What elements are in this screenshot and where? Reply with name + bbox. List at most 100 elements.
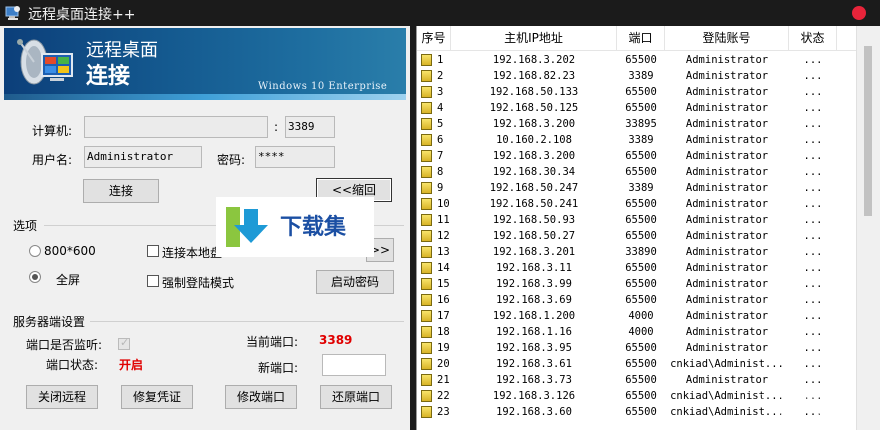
connect-button[interactable]: 连接 bbox=[83, 179, 159, 203]
col-ip-header[interactable]: 主机IP地址 bbox=[451, 26, 617, 51]
table-row[interactable]: 16 192.168.3.69 65500 Administrator... bbox=[417, 292, 857, 308]
table-row[interactable]: 3 192.168.50.133 65500 Administrator... bbox=[417, 84, 857, 100]
table-cell: 10.160.2.108 bbox=[496, 134, 572, 146]
current-port-label: 当前端口: bbox=[246, 335, 299, 349]
table-cell: 4000 bbox=[628, 326, 654, 338]
table-cell: ... bbox=[803, 118, 823, 130]
os-version-label: Windows 10 Enterprise bbox=[258, 81, 388, 92]
table-cell: 65500 bbox=[625, 86, 657, 98]
close-remote-button[interactable]: 关闭远程 bbox=[26, 385, 98, 409]
table-row[interactable]: 17 192.168.1.200 4000 Administrator... bbox=[417, 308, 857, 324]
table-row[interactable]: 7 192.168.3.200 65500 Administrator... bbox=[417, 148, 857, 164]
computer-label: 计算机: bbox=[32, 124, 73, 138]
table-cell: Administrator bbox=[685, 262, 769, 274]
listen-checkbox[interactable] bbox=[118, 336, 130, 350]
table-row[interactable]: 11 192.168.50.93 65500 Administrator... bbox=[417, 212, 857, 228]
computer-icon bbox=[421, 262, 432, 274]
password-input[interactable]: **** bbox=[255, 146, 335, 168]
window-title: 远程桌面连接++ bbox=[28, 7, 136, 23]
computer-icon bbox=[421, 342, 432, 354]
table-row[interactable]: 6 10.160.2.108 3389 Administrator... bbox=[417, 132, 857, 148]
table-cell: 65500 bbox=[625, 406, 657, 418]
table-cell: ... bbox=[803, 86, 823, 98]
table-row[interactable]: 14 192.168.3.11 65500 Administrator... bbox=[417, 260, 857, 276]
new-port-input[interactable] bbox=[322, 354, 386, 376]
res-800-radio[interactable] bbox=[29, 245, 41, 257]
table-row[interactable]: 9 192.168.50.247 3389 Administrator... bbox=[417, 180, 857, 196]
start-password-button[interactable]: 启动密码 bbox=[316, 270, 394, 294]
table-row[interactable]: 18 192.168.1.16 4000 Administrator... bbox=[417, 324, 857, 340]
table-cell: Administrator bbox=[685, 134, 769, 146]
table-cell: 65500 bbox=[625, 294, 657, 306]
table-cell: 192.168.3.69 bbox=[496, 294, 572, 306]
title-bar: 远程桌面连接++ bbox=[0, 0, 880, 26]
computer-icon bbox=[421, 358, 432, 370]
new-port-label: 新端口: bbox=[258, 361, 299, 375]
table-row[interactable]: 19 192.168.3.95 65500 Administrator... bbox=[417, 340, 857, 356]
repair-credential-button[interactable]: 修复凭证 bbox=[121, 385, 193, 409]
table-cell: ... bbox=[803, 214, 823, 226]
table-cell: 192.168.3.60 bbox=[496, 406, 572, 418]
computer-icon bbox=[421, 166, 432, 178]
vertical-scrollbar[interactable] bbox=[856, 26, 880, 430]
fullscreen-radio[interactable] bbox=[29, 271, 41, 283]
table-cell: 33890 bbox=[625, 246, 657, 258]
download-watermark: 下载集 bbox=[216, 197, 374, 257]
table-cell: 65500 bbox=[625, 342, 657, 354]
table-row[interactable]: 12 192.168.50.27 65500 Administrator... bbox=[417, 228, 857, 244]
computer-icon bbox=[421, 374, 432, 386]
table-row[interactable]: 10 192.168.50.241 65500 Administrator... bbox=[417, 196, 857, 212]
table-cell: 192.168.3.200 bbox=[492, 118, 576, 130]
port-input[interactable]: 3389 bbox=[285, 116, 335, 138]
table-row[interactable]: 8 192.168.30.34 65500 Administrator... bbox=[417, 164, 857, 180]
computer-icon bbox=[421, 406, 432, 418]
table-cell: 192.168.50.247 bbox=[489, 182, 579, 194]
table-cell: 192.168.82.23 bbox=[492, 70, 576, 82]
col-index-header[interactable]: 序号 bbox=[417, 26, 451, 51]
table-row[interactable]: 1 192.168.3.202 65500 Administrator... bbox=[417, 52, 857, 68]
computer-icon bbox=[421, 102, 432, 114]
username-input[interactable]: Administrator bbox=[84, 146, 202, 168]
col-port-header[interactable]: 端口 bbox=[617, 26, 665, 51]
scrollbar-thumb[interactable] bbox=[864, 46, 872, 216]
table-cell: ... bbox=[803, 70, 823, 82]
server-divider bbox=[90, 321, 404, 322]
table-cell: Administrator bbox=[685, 118, 769, 130]
connect-local-disk-checkbox[interactable] bbox=[147, 245, 159, 257]
col-status-header[interactable]: 状态 bbox=[789, 26, 837, 51]
table-cell: Administrator bbox=[685, 246, 769, 258]
host-list-header: 序号 主机IP地址 端口 登陆账号 状态 bbox=[417, 26, 857, 51]
table-row[interactable]: 15 192.168.3.99 65500 Administrator... bbox=[417, 276, 857, 292]
restore-port-button[interactable]: 还原端口 bbox=[320, 385, 392, 409]
table-cell: ... bbox=[803, 230, 823, 242]
res-800-label: 800*600 bbox=[44, 244, 96, 258]
force-login-label: 强制登陆模式 bbox=[162, 276, 235, 290]
table-cell: 192.168.30.34 bbox=[492, 166, 576, 178]
table-row[interactable]: 4 192.168.50.125 65500 Administrator... bbox=[417, 100, 857, 116]
computer-icon bbox=[421, 86, 432, 98]
connect-local-disk-label: 连接本地盘 bbox=[162, 246, 223, 260]
table-cell: 192.168.3.99 bbox=[496, 278, 572, 290]
table-row[interactable]: 13 192.168.3.201 33890 Administrator... bbox=[417, 244, 857, 260]
banner-divider bbox=[4, 94, 406, 100]
password-label: 密码: bbox=[217, 153, 246, 167]
computer-icon bbox=[421, 310, 432, 322]
computer-icon bbox=[421, 198, 432, 210]
port-status-label: 端口状态: bbox=[46, 358, 99, 372]
table-cell: 65500 bbox=[625, 230, 657, 242]
force-login-checkbox[interactable] bbox=[147, 275, 159, 287]
change-port-button[interactable]: 修改端口 bbox=[225, 385, 297, 409]
options-group-label: 选项 bbox=[13, 219, 38, 233]
banner-title-line2: 连接 bbox=[86, 64, 131, 89]
table-cell: Administrator bbox=[685, 310, 769, 322]
close-button[interactable] bbox=[852, 6, 866, 20]
table-cell: ... bbox=[803, 166, 823, 178]
computer-icon bbox=[421, 150, 432, 162]
col-account-header[interactable]: 登陆账号 bbox=[665, 26, 789, 51]
port-status-value: 开启 bbox=[119, 358, 144, 372]
computer-input[interactable] bbox=[84, 116, 268, 138]
table-cell: Administrator bbox=[685, 86, 769, 98]
table-row[interactable]: 5 192.168.3.200 33895 Administrator... bbox=[417, 116, 857, 132]
table-row[interactable]: 20 192.168.3.61 65500 cnkiad\Administ...... bbox=[417, 356, 857, 372]
table-row[interactable]: 2 192.168.82.23 3389 Administrator... bbox=[417, 68, 857, 84]
